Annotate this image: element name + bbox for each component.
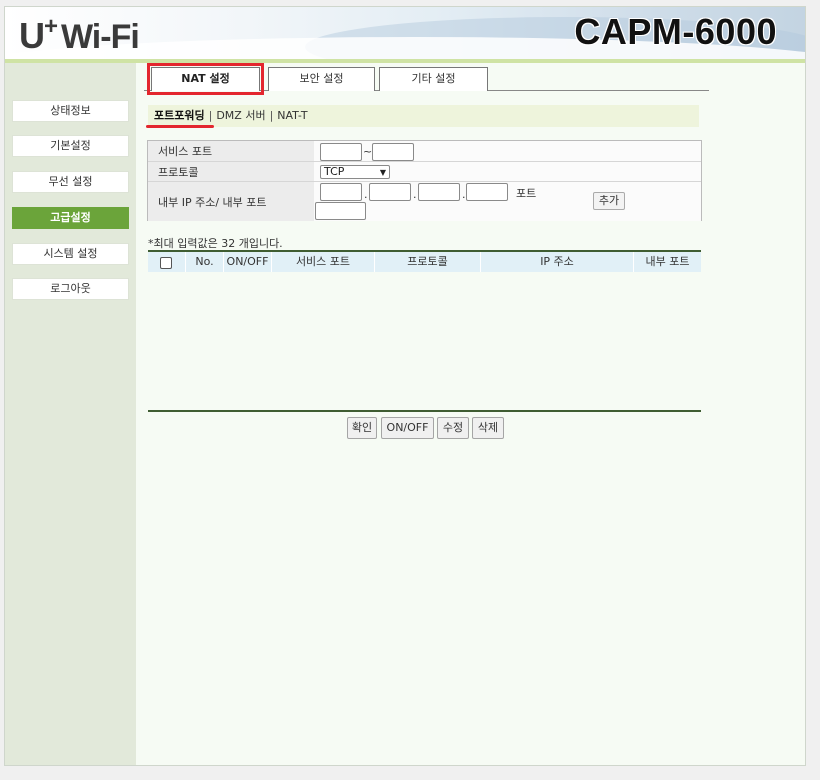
ip-dot: . bbox=[413, 188, 417, 201]
ip-dot: . bbox=[462, 188, 466, 201]
ip-octet-2-input[interactable] bbox=[369, 183, 411, 201]
table-bottom-line bbox=[148, 410, 701, 412]
ip-octet-3-input[interactable] bbox=[418, 183, 460, 201]
internal-address-label: 내부 IP 주소/ 내부 포트 bbox=[148, 182, 314, 221]
sidebar-item-system[interactable]: 시스템 설정 bbox=[12, 243, 129, 265]
tab-security-settings[interactable]: 보안 설정 bbox=[268, 67, 375, 91]
port-suffix-label: 포트 bbox=[516, 187, 537, 200]
subnav-dmz-server[interactable]: DMZ 서버 bbox=[216, 109, 265, 122]
sidebar-item-wireless[interactable]: 무선 설정 bbox=[12, 171, 129, 193]
chevron-down-icon: ▼ bbox=[379, 168, 386, 177]
edit-button[interactable]: 수정 bbox=[437, 417, 469, 439]
subnav: 포트포워딩 | DMZ 서버 | NAT-T bbox=[148, 105, 699, 127]
select-all-cell bbox=[148, 252, 186, 272]
subnav-separator: | bbox=[269, 109, 274, 122]
active-subnav-underline bbox=[146, 125, 214, 128]
uplus-wifi-logo: U+ Wi-Fi bbox=[19, 13, 140, 56]
select-all-checkbox[interactable] bbox=[160, 257, 172, 269]
subnav-separator: | bbox=[208, 109, 213, 122]
tab-other-settings[interactable]: 기타 설정 bbox=[379, 67, 488, 91]
column-header-service-port: 서비스 포트 bbox=[272, 252, 375, 272]
ip-octet-1-input[interactable] bbox=[320, 183, 362, 201]
delete-button[interactable]: 삭제 bbox=[472, 417, 504, 439]
ip-dot: . bbox=[364, 188, 368, 201]
sidebar-menu: 상태정보 기본설정 무선 설정 고급설정 시스템 설정 로그아웃 bbox=[5, 63, 136, 765]
sidebar-item-status[interactable]: 상태정보 bbox=[12, 100, 129, 122]
internal-address-controls: . . . 포트 추가 bbox=[314, 182, 701, 221]
model-name: CAPM-6000 bbox=[574, 11, 777, 52]
internal-port-input[interactable] bbox=[315, 202, 366, 220]
port-forwarding-table-header: No. ON/OFF 서비스 포트 프로토콜 IP 주소 내부 포트 bbox=[148, 250, 701, 272]
sidebar-item-basic[interactable]: 기본설정 bbox=[12, 135, 129, 157]
tab-nat-settings[interactable]: NAT 설정 bbox=[147, 63, 264, 95]
service-port-start-input[interactable] bbox=[320, 143, 362, 161]
range-separator: ~ bbox=[363, 145, 373, 158]
port-forwarding-form: 서비스 포트 ~ 프로토콜 TCP▼ 내부 IP 주소/ 내부 포트 . . bbox=[147, 140, 702, 221]
service-port-row: 서비스 포트 ~ bbox=[148, 141, 701, 162]
protocol-label: 프로토콜 bbox=[148, 162, 314, 181]
service-port-label: 서비스 포트 bbox=[148, 141, 314, 161]
onoff-button[interactable]: ON/OFF bbox=[381, 417, 434, 439]
internal-address-row: 내부 IP 주소/ 내부 포트 . . . 포트 추가 bbox=[148, 182, 701, 221]
ip-octet-4-input[interactable] bbox=[466, 183, 508, 201]
sidebar-item-logout[interactable]: 로그아웃 bbox=[12, 278, 129, 300]
sidebar-item-advanced[interactable]: 고급설정 bbox=[12, 207, 129, 229]
max-entries-note: *최대 입력값은 32 개입니다. bbox=[148, 237, 283, 250]
subnav-port-forwarding[interactable]: 포트포워딩 bbox=[154, 109, 205, 122]
protocol-row: 프로토콜 TCP ▼ bbox=[148, 162, 701, 182]
column-header-internal-port: 내부 포트 bbox=[645, 255, 690, 268]
confirm-button[interactable]: 확인 bbox=[347, 417, 377, 439]
protocol-select[interactable]: TCP ▼ bbox=[320, 165, 390, 179]
add-button[interactable]: 추가 bbox=[593, 192, 625, 210]
router-admin-page: U+ Wi-Fi CAPM-6000 상태정보 기본설정 무선 설정 고급설정 시… bbox=[4, 6, 806, 766]
header-banner: U+ Wi-Fi CAPM-6000 bbox=[5, 7, 805, 63]
column-header-protocol: 프로토콜 bbox=[375, 252, 481, 272]
column-header-ip-address: IP 주소 bbox=[481, 252, 634, 272]
service-port-controls: ~ bbox=[314, 141, 701, 161]
protocol-controls: TCP ▼ bbox=[314, 162, 701, 181]
service-port-end-input[interactable] bbox=[372, 143, 414, 161]
window-edge bbox=[808, 0, 820, 780]
settings-tabs: NAT 설정 보안 설정 기타 설정 bbox=[144, 63, 709, 95]
column-header-no: No. bbox=[186, 252, 224, 272]
column-header-onoff: ON/OFF bbox=[224, 252, 272, 272]
subnav-nat-t[interactable]: NAT-T bbox=[277, 109, 307, 122]
